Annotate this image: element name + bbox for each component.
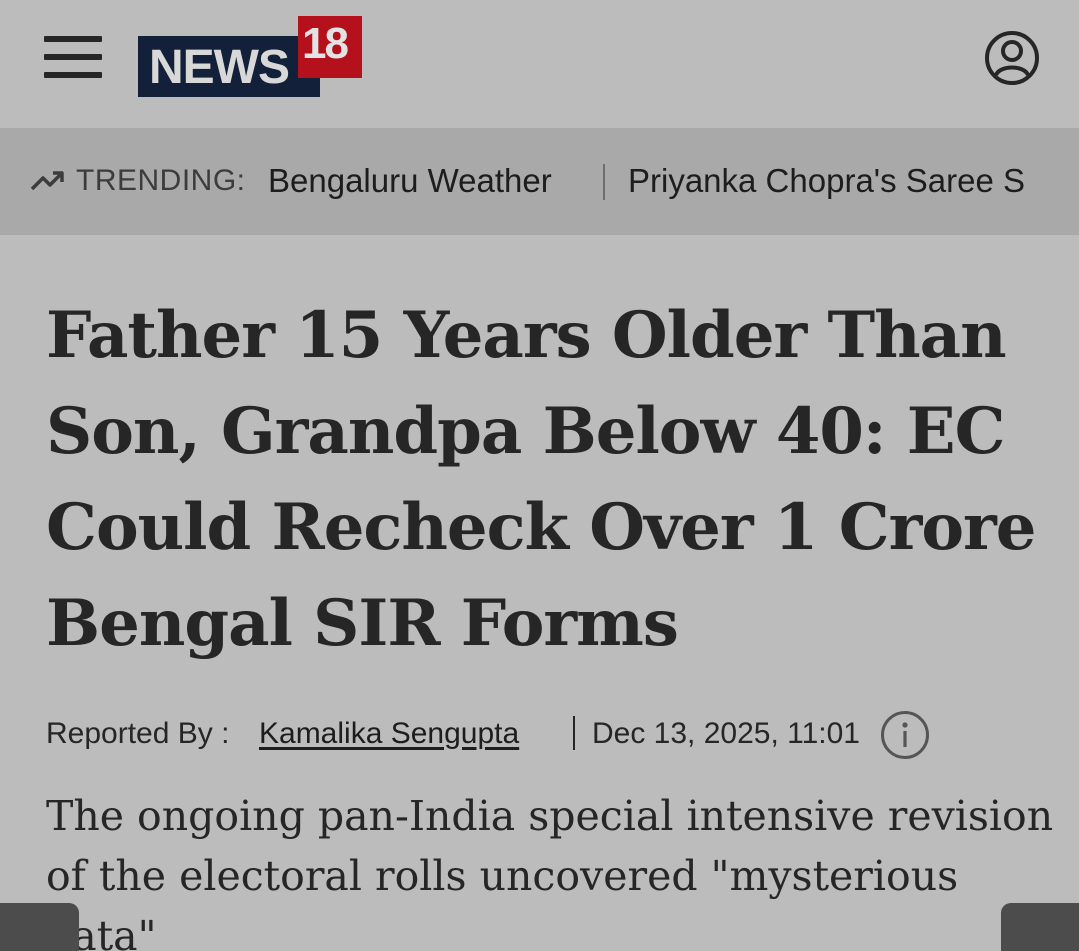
logo-18-text: 18 (302, 19, 349, 68)
logo-18-block: 18 (298, 16, 362, 78)
menu-bar (44, 36, 102, 42)
trending-label: TRENDING: (76, 164, 246, 197)
hamburger-menu-icon[interactable] (44, 36, 102, 80)
trending-item-bengaluru-weather[interactable]: Bengaluru Weather (268, 162, 552, 200)
info-icon[interactable] (880, 710, 930, 760)
article-summary: The ongoing pan-India special intensive … (46, 792, 1054, 951)
user-account-icon[interactable] (984, 30, 1040, 86)
article-headline: Father 15 Years Older Than Son, Grandpa … (46, 298, 1036, 661)
trending-item-priyanka-chopra[interactable]: Priyanka Chopra's Saree S (628, 162, 1052, 200)
news18-logo[interactable]: NEWS 18 (138, 16, 364, 98)
site-header: NEWS 18 (0, 0, 1079, 128)
article-timestamp: Dec 13, 2025, 11:01 (592, 717, 860, 750)
menu-bar (44, 54, 102, 60)
trending-up-icon (30, 171, 64, 191)
floating-right-button[interactable] (1001, 903, 1079, 951)
trending-divider (603, 164, 605, 200)
logo-news-text: NEWS (149, 41, 290, 94)
author-link[interactable]: Kamalika Sengupta (259, 712, 519, 756)
byline-prefix: Reported By : (46, 717, 230, 750)
menu-bar (44, 72, 102, 78)
logo-news-block: NEWS (138, 36, 320, 97)
floating-left-button[interactable] (0, 903, 79, 951)
trending-bar: TRENDING: Bengaluru Weather Priyanka Cho… (0, 128, 1079, 235)
byline-separator (573, 716, 575, 750)
